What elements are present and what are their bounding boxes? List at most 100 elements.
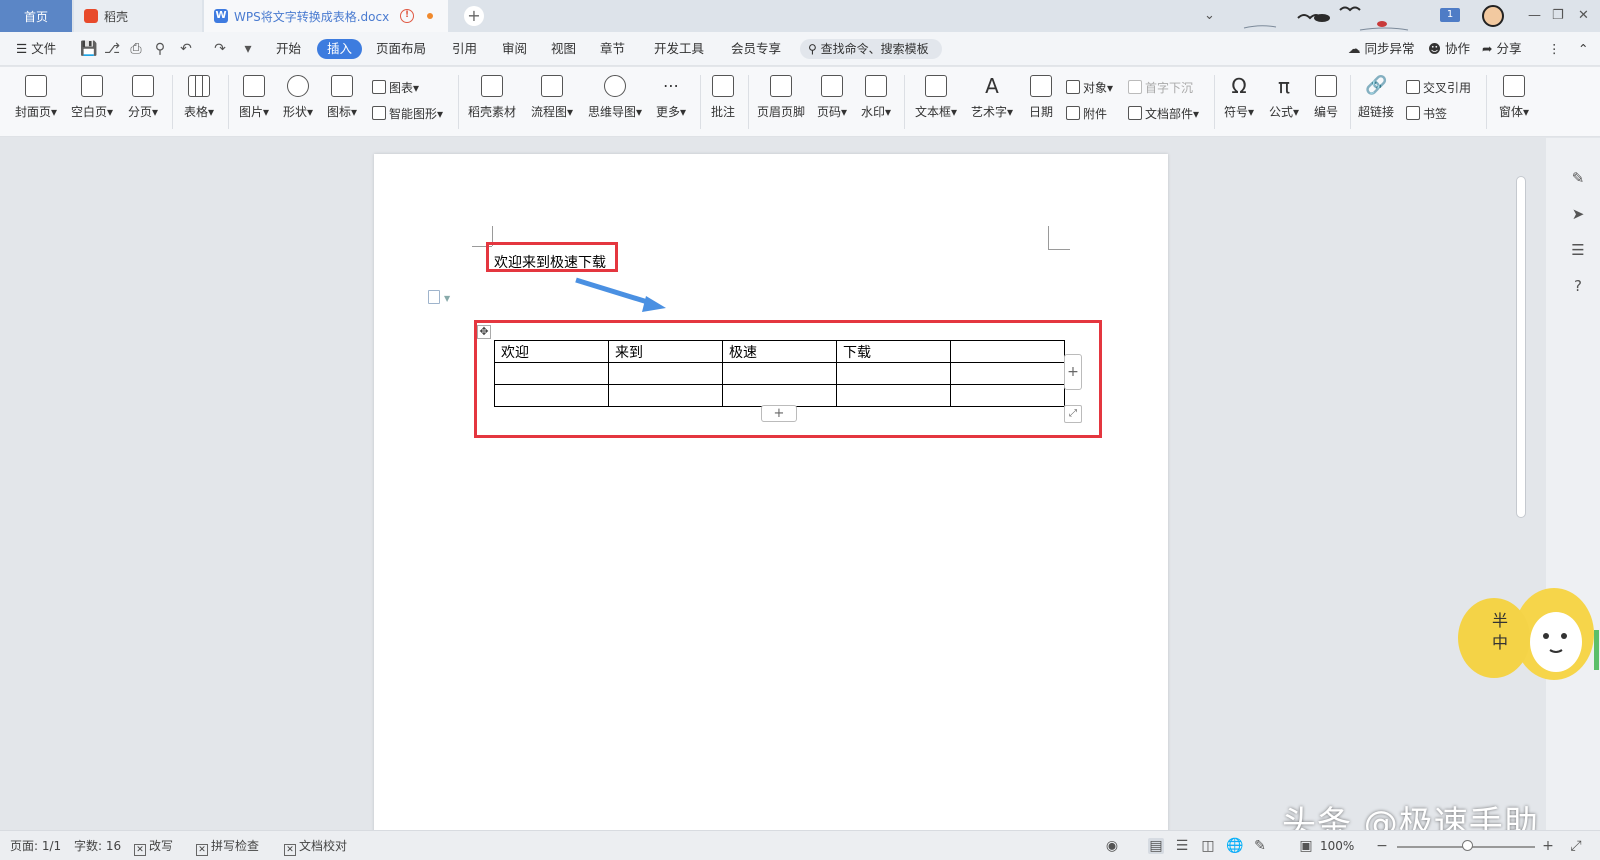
sync-status[interactable]: ☁ 同步异常 [1348, 32, 1415, 66]
menu-insert[interactable]: 插入 [317, 39, 363, 59]
chart-button[interactable]: 图表▾ [372, 79, 419, 96]
menu-view[interactable]: 视图 [551, 32, 576, 66]
expand-icon[interactable]: ⤢ [1568, 838, 1584, 854]
eye-protection-icon[interactable]: ◉ [1104, 838, 1120, 854]
shape-button[interactable]: 形状▾ [280, 75, 316, 120]
table-resize-handle-icon[interactable]: ⤢ [1064, 405, 1082, 423]
print-preview-icon[interactable]: ⚲ [152, 41, 168, 57]
page-break-button[interactable]: 分页▾ [124, 75, 162, 120]
collapse-ribbon-arrow-icon[interactable]: ⌃ [1578, 32, 1588, 66]
header-footer-button[interactable]: 页眉页脚 [756, 75, 806, 120]
help-icon[interactable]: ? [1570, 278, 1586, 294]
symbol-button[interactable]: Ω 符号▾ [1222, 75, 1256, 120]
redo-icon[interactable]: ↷ [212, 41, 228, 57]
customize-dropdown-icon[interactable]: ▾ [240, 41, 256, 57]
table-cell[interactable] [494, 384, 609, 407]
notification-badge[interactable]: 1 [1440, 8, 1460, 22]
comment-button[interactable]: 批注 [708, 75, 738, 120]
add-row-button[interactable]: + [761, 405, 797, 422]
reading-view-icon[interactable]: ◫ [1200, 838, 1216, 854]
table-cell[interactable] [950, 362, 1065, 385]
table-cell[interactable] [722, 384, 837, 407]
proofread-toggle[interactable]: ✕ 文档校对 [284, 831, 347, 860]
collaborate-button[interactable]: ☻ 协作 [1428, 32, 1470, 66]
menu-page-layout[interactable]: 页面布局 [376, 32, 426, 66]
cover-page-button[interactable]: 封面页▾ [12, 75, 60, 120]
menu-developer[interactable]: 开发工具 [654, 32, 704, 66]
share-button[interactable]: ➦ 分享 [1482, 32, 1521, 66]
overwrite-toggle[interactable]: ✕ 改写 [134, 831, 173, 860]
blank-page-button[interactable]: 空白页▾ [68, 75, 116, 120]
select-cursor-icon[interactable]: ➤ [1570, 206, 1586, 222]
document-page[interactable]: 欢迎来到极速下载 ▼ ✥ 欢迎 来到 极速 下载 + + ⤢ [374, 154, 1168, 834]
save-icon[interactable]: 💾 [80, 41, 97, 57]
textbox-button[interactable]: 文本框▾ [912, 75, 960, 120]
collapse-ribbon-icon[interactable]: ⌄ [1204, 4, 1215, 26]
smartart-button[interactable]: 智能图形▾ [372, 105, 443, 122]
close-button[interactable]: ✕ [1578, 4, 1589, 26]
print-icon[interactable]: ⎙ [128, 41, 144, 57]
table-cell[interactable] [608, 384, 723, 407]
avatar[interactable] [1482, 5, 1504, 27]
undo-icon[interactable]: ↶ [178, 41, 194, 57]
table-cell[interactable] [494, 362, 609, 385]
crossref-button[interactable]: 交叉引用 [1406, 79, 1471, 96]
table-cell[interactable]: 极速 [722, 340, 837, 363]
new-tab-button[interactable]: + [464, 6, 484, 26]
fit-page-icon[interactable]: ▣ [1298, 838, 1314, 854]
formula-button[interactable]: π 公式▾ [1266, 75, 1302, 120]
table-cell[interactable] [722, 362, 837, 385]
table-cell[interactable] [836, 362, 951, 385]
word-count[interactable]: 字数: 16 [74, 831, 121, 860]
zoom-level[interactable]: 100% [1320, 831, 1354, 860]
menu-review[interactable]: 审阅 [502, 32, 527, 66]
table-cell[interactable]: 欢迎 [494, 340, 609, 363]
table-cell[interactable] [608, 362, 723, 385]
page-number-button[interactable]: 页码▾ [814, 75, 850, 120]
outline-view-icon[interactable]: ☰ [1174, 838, 1190, 854]
write-view-icon[interactable]: ✎ [1252, 838, 1268, 854]
warning-icon[interactable]: ! [400, 9, 414, 23]
pen-icon[interactable]: ✎ [1570, 170, 1586, 186]
web-view-icon[interactable]: 🌐 [1226, 838, 1243, 854]
docparts-button[interactable]: 文档部件▾ [1128, 105, 1199, 122]
menu-start[interactable]: 开始 [276, 32, 301, 66]
add-column-button[interactable]: + [1064, 354, 1082, 390]
mindmap-button[interactable]: 思维导图▾ [584, 75, 646, 120]
table-cell[interactable]: 来到 [608, 340, 723, 363]
chevron-down-icon[interactable]: ▼ [444, 294, 450, 303]
table-cell[interactable] [950, 384, 1065, 407]
object-button[interactable]: 对象▾ [1066, 79, 1113, 96]
numbering-button[interactable]: 编号 [1310, 75, 1342, 120]
icon-library-button[interactable]: 图标▾ [324, 75, 360, 120]
menu-references[interactable]: 引用 [452, 32, 477, 66]
output-icon[interactable]: ⎇ [104, 41, 120, 57]
table-cell[interactable] [950, 340, 1065, 363]
tab-home[interactable]: 首页 [0, 0, 72, 32]
more-button[interactable]: ⋯ 更多▾ [652, 75, 690, 120]
table-button[interactable]: 表格▾ [180, 75, 218, 120]
bookmark-button[interactable]: 书签 [1406, 105, 1447, 122]
menu-chapter[interactable]: 章节 [600, 32, 625, 66]
page-view-icon[interactable]: ▤ [1148, 838, 1164, 854]
zoom-out-icon[interactable]: − [1374, 838, 1390, 854]
spellcheck-toggle[interactable]: ✕ 拼写检查 [196, 831, 259, 860]
document-table[interactable]: 欢迎 来到 极速 下载 [494, 340, 1065, 407]
tab-daoke[interactable]: 稻壳 [74, 0, 202, 32]
command-search[interactable]: ⚲ 查找命令、搜索模板 [800, 39, 942, 59]
scrollbar-thumb[interactable] [1516, 176, 1526, 518]
paragraph-layout-icon[interactable] [428, 290, 440, 304]
minimize-button[interactable]: — [1528, 4, 1541, 26]
menu-member[interactable]: 会员专享 [731, 32, 781, 66]
zoom-slider-knob[interactable] [1462, 840, 1473, 851]
attachment-button[interactable]: 附件 [1066, 105, 1107, 122]
date-button[interactable]: 日期 [1024, 75, 1058, 120]
wordart-button[interactable]: A 艺术字▾ [968, 75, 1016, 120]
form-window-button[interactable]: 窗体▾ [1494, 75, 1534, 120]
more-options-icon[interactable]: ⋮ [1548, 32, 1561, 66]
file-menu[interactable]: ☰ 文件 [16, 32, 56, 66]
tab-document[interactable]: W WPS将文字转换成表格.docx ! [204, 0, 448, 32]
document-text-line[interactable]: 欢迎来到极速下载 [494, 252, 606, 272]
hyperlink-button[interactable]: 🔗 超链接 [1356, 75, 1396, 120]
table-cell[interactable] [836, 384, 951, 407]
